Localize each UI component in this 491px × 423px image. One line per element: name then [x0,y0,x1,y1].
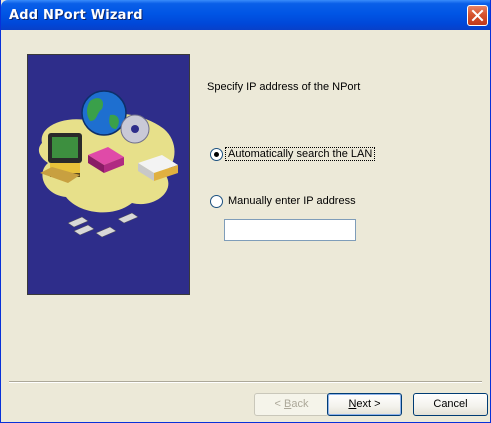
footer-divider [9,381,482,383]
next-button[interactable]: Next > [327,393,402,416]
back-label-rest: ack [291,398,309,410]
close-icon [471,9,484,22]
manual-ip-radio[interactable] [210,195,223,208]
radio-selected-dot [214,152,219,157]
ip-address-input[interactable] [224,219,356,241]
globe-icon [81,90,127,136]
cancel-button[interactable]: Cancel [413,393,488,416]
auto-search-option[interactable]: Automatically search the LAN [225,147,376,161]
cd-icon [120,114,150,144]
page-heading: Specify IP address of the NPort [207,81,361,93]
next-label-rest: ext > [356,398,381,410]
cancel-label: Cancel [433,398,468,410]
back-button[interactable]: < Back [254,393,329,416]
title-bar[interactable]: Add NPort Wizard [1,0,490,30]
wizard-window: Add NPort Wizard Specify IP address of t… [0,0,491,423]
window-title: Add NPort Wizard [9,8,143,23]
manual-ip-label[interactable]: Manually enter IP address [228,195,356,207]
back-prefix: < [274,398,284,410]
auto-search-radio[interactable] [210,148,223,161]
wizard-illustration [27,54,190,295]
auto-search-label: Automatically search the LAN [225,147,376,161]
close-button[interactable] [467,5,488,26]
network-devices-illustration [28,55,189,294]
